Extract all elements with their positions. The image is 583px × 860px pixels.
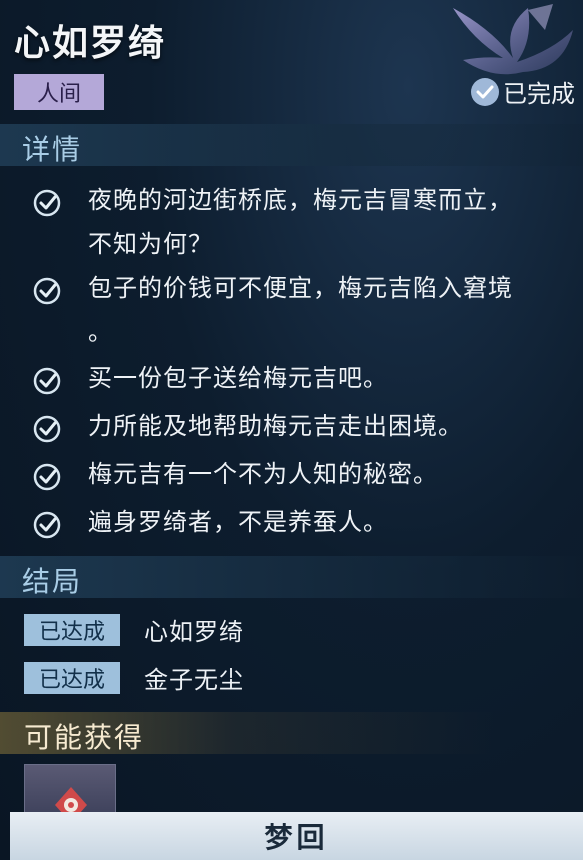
check-icon [33, 277, 61, 305]
detail-text-line: 买一份包子送给梅元吉吧。 [88, 364, 388, 392]
completion-label: 已完成 [503, 80, 575, 108]
check-icon [33, 415, 61, 443]
detail-item: 包子的价钱可不便宜，梅元吉陷入窘境。 [32, 266, 582, 354]
ending-row[interactable]: 已达成 金子无尘 [24, 660, 244, 695]
detail-text-line: 夜晚的河边街桥底，梅元吉冒寒而立， [88, 186, 513, 214]
check-icon [33, 511, 61, 539]
detail-text-line: 。 [88, 318, 113, 346]
detail-text-line: 梅元吉有一个不为人知的秘密。 [88, 460, 438, 488]
achieved-badge: 已达成 [24, 661, 120, 694]
achieved-badge: 已达成 [24, 613, 120, 646]
quest-title: 心如罗绮 [14, 23, 167, 64]
endings-heading: 结局 [22, 565, 83, 598]
check-icon [33, 189, 61, 217]
detail-item: 力所能及地帮助梅元吉走出困境。 [32, 404, 582, 448]
ending-row[interactable]: 已达成 心如罗绮 [24, 612, 244, 647]
check-circle-icon [471, 77, 499, 106]
detail-item: 买一份包子送给梅元吉吧。 [32, 356, 582, 400]
detail-text-line: 包子的价钱可不便宜，梅元吉陷入窘境 [88, 274, 513, 302]
details-heading: 详情 [22, 133, 83, 166]
detail-item: 夜晚的河边街桥底，梅元吉冒寒而立， 不知为何？ [32, 178, 582, 266]
rewards-heading: 可能获得 [24, 721, 145, 754]
endings-section-bar [0, 556, 583, 598]
detail-item: 遍身罗绮者，不是养蚕人。 [32, 500, 582, 544]
check-icon [33, 367, 61, 395]
completion-status: 已完成 [471, 74, 575, 109]
check-icon [33, 463, 61, 491]
detail-text-line: 不知为何？ [88, 230, 213, 258]
detail-item: 梅元吉有一个不为人知的秘密。 [32, 452, 582, 496]
details-section-bar [0, 124, 583, 166]
category-tag: 人间 [14, 74, 104, 110]
dream-return-button[interactable]: 梦回 [10, 812, 583, 860]
detail-text-line: 遍身罗绮者，不是养蚕人。 [88, 508, 388, 536]
detail-text-line: 力所能及地帮助梅元吉走出困境。 [88, 412, 463, 440]
ending-name: 心如罗绮 [144, 618, 244, 646]
ending-name: 金子无尘 [144, 666, 244, 694]
